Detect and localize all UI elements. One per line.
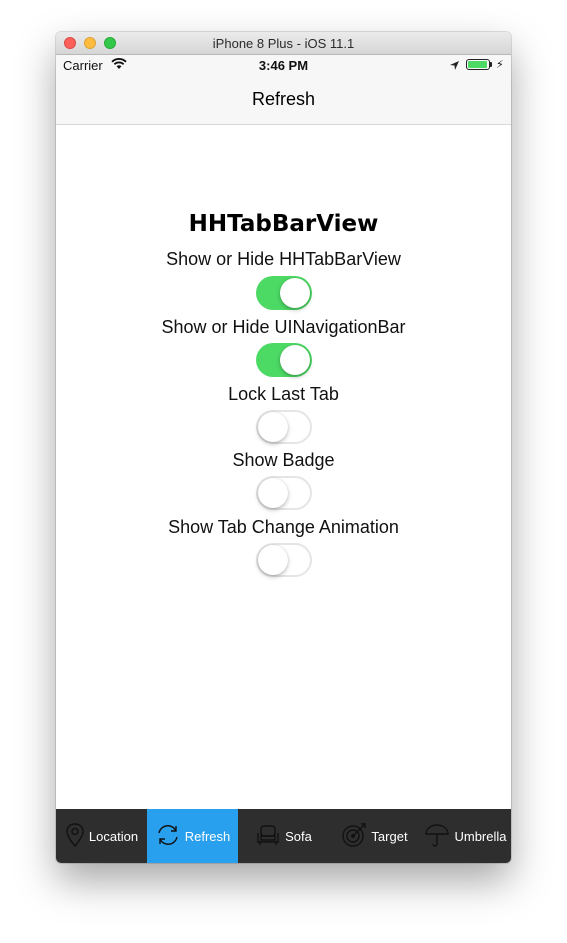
option-label-lock-last-tab: Lock Last Tab [228,384,339,404]
simulator-window: iPhone 8 Plus - iOS 11.1 Carrier 3:46 PM… [56,32,511,863]
window-titlebar[interactable]: iPhone 8 Plus - iOS 11.1 [56,32,511,55]
battery-icon [466,59,490,70]
tab-label: Location [88,828,139,844]
lock-last-tab-switch[interactable] [256,410,312,444]
show-navbar-switch[interactable] [256,343,312,377]
nav-title: Refresh [251,89,316,109]
refresh-icon [155,823,185,850]
tab-location[interactable]: Location [56,809,147,863]
battery-tip [490,62,492,67]
page-title: HHTabBarView [188,211,379,237]
close-window-button[interactable] [64,37,76,49]
target-icon [341,822,371,851]
tab-label: Refresh [184,828,231,844]
window-title: iPhone 8 Plus - iOS 11.1 [212,35,355,51]
option-label-show-tabbar: Show or Hide HHTabBarView [166,249,401,269]
location-pin-icon [65,822,89,851]
minimize-window-button[interactable] [84,37,96,49]
tab-label: Target [371,828,408,844]
maximize-window-button[interactable] [104,37,116,49]
sofa-icon [255,823,285,850]
location-services-icon [449,59,460,74]
option-label-tab-animation: Show Tab Change Animation [168,517,399,537]
show-tabbar-switch[interactable] [256,276,312,310]
status-bar: Carrier 3:46 PM ⚡ [56,55,511,75]
main-content: HHTabBarView Show or Hide HHTabBarView S… [56,125,511,775]
device-screen: Carrier 3:46 PM ⚡ Refresh HHTabBarView S… [56,55,511,863]
tab-refresh[interactable]: Refresh [147,809,238,863]
tab-label: Sofa [285,828,312,844]
show-badge-switch[interactable] [256,476,312,510]
tab-umbrella[interactable]: Umbrella [420,809,511,863]
tab-target[interactable]: Target [329,809,420,863]
option-label-show-navbar: Show or Hide UINavigationBar [161,317,406,337]
tab-sofa[interactable]: Sofa [238,809,329,863]
tab-animation-switch[interactable] [256,543,312,577]
status-time: 3:46 PM [258,58,309,73]
tab-bar: Location Refresh Sofa Target Umbrella [56,809,511,863]
option-label-show-badge: Show Badge [232,450,335,470]
tab-label: Umbrella [454,828,507,844]
charging-icon: ⚡ [496,59,504,71]
umbrella-icon [424,822,454,851]
navigation-bar: Refresh [56,75,511,125]
